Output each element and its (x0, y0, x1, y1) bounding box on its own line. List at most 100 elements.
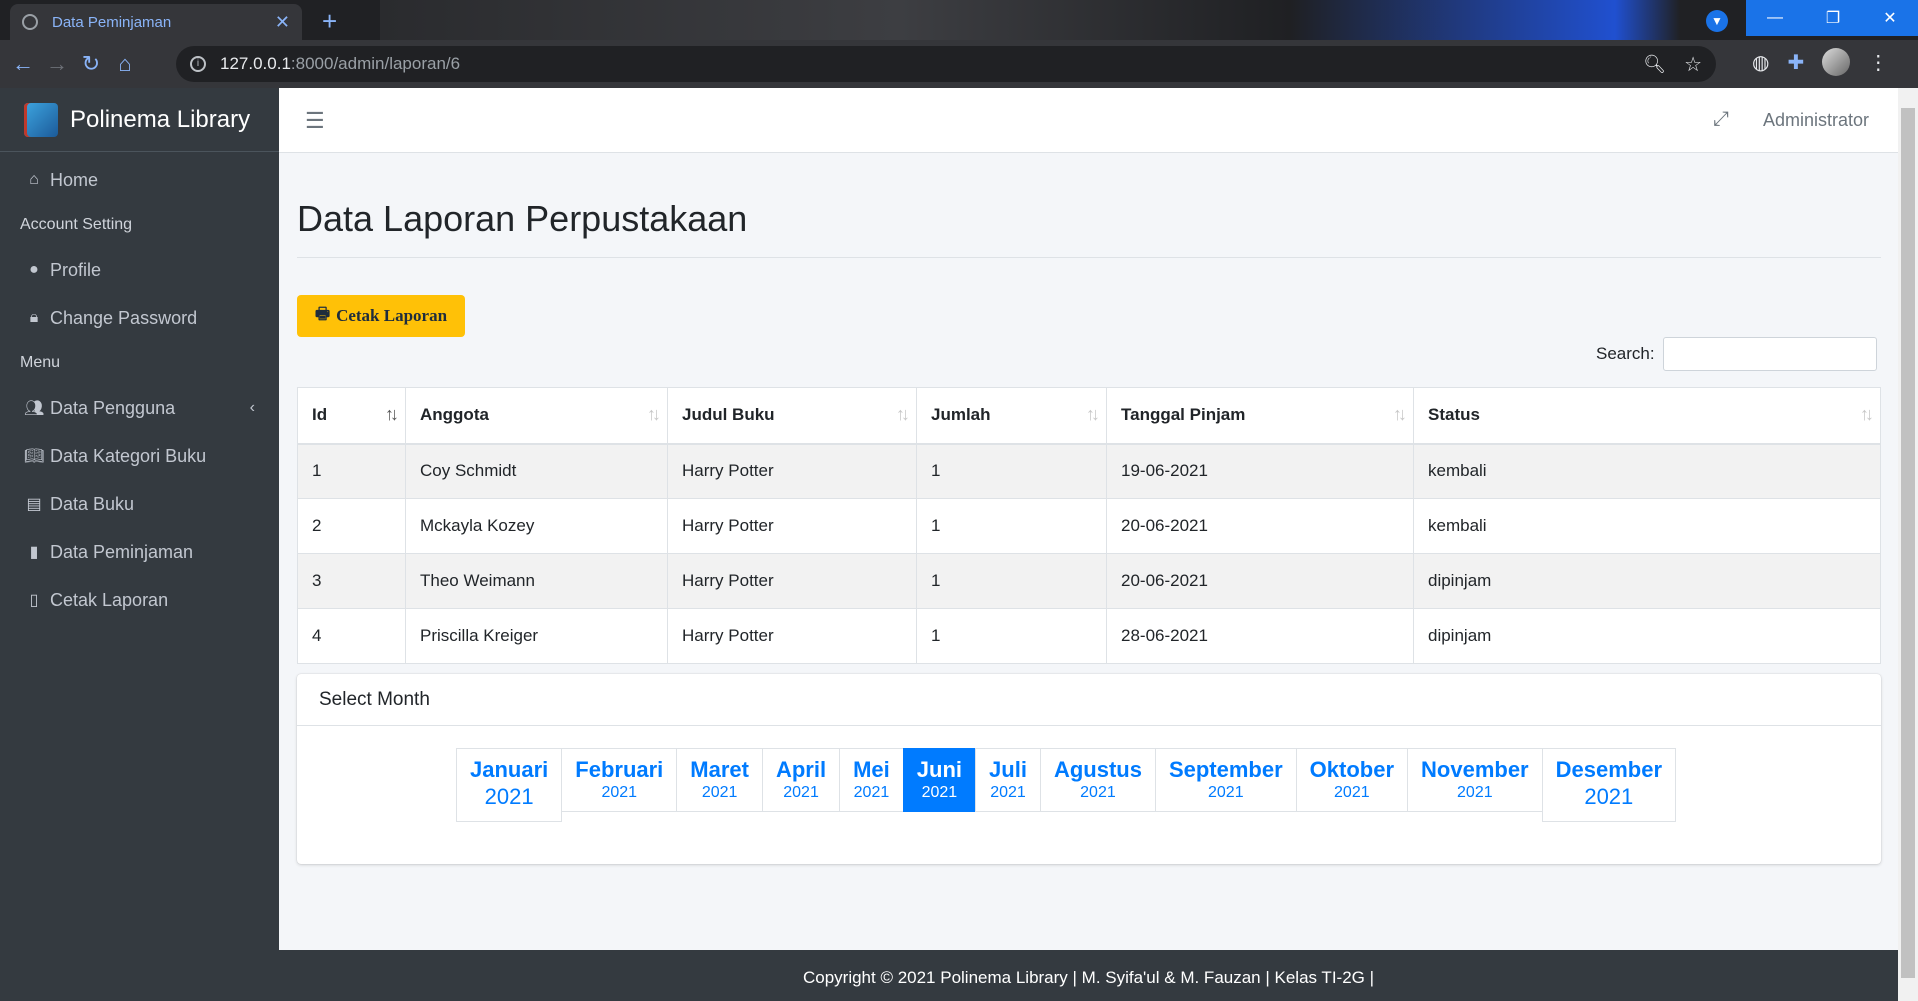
forward-icon[interactable]: → (40, 51, 74, 77)
column-header-id[interactable]: Id ↑↓ (297, 387, 406, 445)
zoom-icon[interactable]: 🔍︎ (1643, 54, 1666, 75)
sidebar-item-label: Data Peminjaman (50, 541, 194, 562)
home-icon[interactable]: ⌂ (108, 51, 142, 77)
sort-icon: ↑↓ (1393, 404, 1407, 424)
sidebar-item-data-kategori-buku[interactable]: 📖︎ Data Kategori Buku (0, 432, 279, 480)
address-bar[interactable]: i 127.0.0.1 :8000/admin/laporan/6 🔍︎ ☆ (176, 46, 1716, 82)
scrollbar[interactable] (1898, 88, 1918, 1001)
site-info-icon[interactable]: i (190, 56, 206, 72)
sidebar-item-label: Data Buku (50, 493, 135, 514)
download-icon[interactable]: ▼ (1706, 10, 1728, 32)
table-row: 2 Mckayla Kozey Harry Potter 1 20-06-202… (297, 498, 1881, 554)
sidebar-item-home[interactable]: ⌂ Home (0, 156, 279, 204)
home-icon: ⌂ (29, 171, 39, 188)
globe-icon (22, 14, 38, 30)
minimize-icon[interactable]: — (1746, 0, 1804, 36)
cell-status: kembali (1413, 443, 1881, 499)
cell-anggota: Priscilla Kreiger (405, 608, 668, 664)
sidebar-item-label: Cetak Laporan (50, 589, 169, 610)
column-header-anggota[interactable]: Anggota ↑↓ (405, 387, 668, 445)
sidebar-item-cetak-laporan[interactable]: ▯ Cetak Laporan (0, 576, 279, 624)
cell-status: dipinjam (1413, 553, 1881, 609)
cell-id: 3 (297, 553, 406, 609)
month-oktober[interactable]: Oktober 2021 (1295, 748, 1409, 812)
divider (297, 257, 1881, 258)
file-icon: ▮ (29, 544, 39, 561)
url-host: 127.0.0.1 (220, 54, 291, 73)
sort-icon: ↑↓ (896, 404, 910, 424)
user-menu[interactable]: Administrator (1763, 110, 1869, 131)
table-row: 4 Priscilla Kreiger Harry Potter 1 28-06… (297, 608, 1881, 664)
month-pagination: Januari 2021 Februari 2021 Maret 2021 April… (456, 748, 1676, 822)
main-content: ☰ ⤢ Administrator Data Laporan Perpustak… (279, 88, 1898, 1001)
sidebar: Polinema Library ⌂ Home Account Setting … (0, 88, 279, 1001)
cell-anggota: Mckayla Kozey (405, 498, 668, 554)
reload-icon[interactable]: ↻ (74, 51, 108, 77)
month-februari[interactable]: Februari 2021 (561, 748, 678, 812)
profile-avatar[interactable] (1822, 48, 1851, 76)
month-desember[interactable]: Desember 2021 (1541, 748, 1676, 822)
cell-tanggal-pinjam: 20-06-2021 (1106, 498, 1414, 554)
cell-jumlah: 1 (916, 498, 1107, 554)
sidebar-header-menu: Menu (20, 354, 61, 371)
sidebar-item-data-pengguna[interactable]: 👥︎ Data Pengguna ‹ (0, 384, 279, 432)
menu-dots-icon[interactable]: ⋮ (1868, 50, 1888, 75)
sidebar-item-label: Data Pengguna (50, 397, 176, 418)
column-header-judul-buku[interactable]: Judul Buku ↑↓ (667, 387, 917, 445)
translate-icon[interactable]: ◍ (1752, 50, 1769, 75)
cell-id: 1 (297, 443, 406, 499)
search-label: Search: (1596, 344, 1655, 363)
book-open-icon: 📖︎ (24, 448, 45, 465)
page-title: Data Laporan Perpustakaan (297, 198, 748, 239)
close-tab-icon[interactable]: ✕ (275, 12, 290, 33)
restore-icon[interactable]: ❐ (1804, 0, 1862, 36)
month-januari[interactable]: Januari 2021 (456, 748, 563, 822)
column-header-status[interactable]: Status ↑↓ (1413, 387, 1881, 445)
library-logo (24, 102, 58, 137)
chevron-left-icon: ‹ (249, 399, 255, 416)
month-mei[interactable]: Mei 2021 (839, 748, 904, 812)
month-maret[interactable]: Maret 2021 (676, 748, 763, 812)
fullscreen-icon[interactable]: ⤢ (1713, 108, 1729, 131)
tab-title: Data Peminjaman (52, 13, 172, 31)
bookmark-star-icon[interactable]: ☆ (1684, 52, 1702, 77)
cell-status: dipinjam (1413, 608, 1881, 664)
cell-judul-buku: Harry Potter (667, 498, 917, 554)
extensions-icon[interactable]: ✚ (1787, 50, 1804, 75)
table-search: Search: (1596, 337, 1877, 371)
browser-tab-strip: Data Peminjaman ✕ + ▼ — ❐ ✕ (0, 0, 1918, 40)
browser-tab[interactable]: Data Peminjaman ✕ (10, 4, 302, 40)
footer: Copyright © 2021 Polinema Library | M. S… (279, 950, 1898, 1001)
new-tab-icon[interactable]: + (322, 6, 337, 37)
month-september[interactable]: September 2021 (1154, 748, 1297, 812)
hamburger-menu-icon[interactable]: ☰ (305, 108, 325, 134)
sort-icon: ↑↓ (647, 404, 661, 424)
cell-jumlah: 1 (916, 443, 1107, 499)
browser-toolbar: ← → ↻ ⌂ i 127.0.0.1 :8000/admin/laporan/… (0, 40, 1918, 88)
month-november[interactable]: November 2021 (1407, 748, 1543, 812)
column-header-tanggal-pinjam[interactable]: Tanggal Pinjam ↑↓ (1106, 387, 1414, 445)
month-juli[interactable]: Juli 2021 (975, 748, 1041, 812)
brand-link[interactable]: Polinema Library (0, 88, 279, 152)
sidebar-item-profile[interactable]: ● Profile (0, 246, 279, 294)
month-april[interactable]: April 2021 (761, 748, 841, 812)
column-header-jumlah[interactable]: Jumlah ↑↓ (916, 387, 1107, 445)
cell-id: 2 (297, 498, 406, 554)
back-icon[interactable]: ← (6, 51, 40, 77)
scrollbar-thumb[interactable] (1901, 108, 1915, 978)
print-report-button[interactable]: 🖶 Cetak Laporan (297, 295, 465, 337)
month-agustus[interactable]: Agustus 2021 (1039, 748, 1156, 812)
sidebar-item-change-password[interactable]: 🔒︎ Change Password (0, 294, 279, 342)
search-input[interactable] (1662, 337, 1877, 371)
sort-icon: ↑↓ (1860, 404, 1874, 424)
table-header-row: Id ↑↓ Anggota ↑↓ Judul Buku ↑↓ Jumlah ↑↓ Tan… (297, 387, 1881, 445)
pdf-file-icon: ▯ (29, 592, 39, 609)
month-juni[interactable]: Juni 2021 (902, 748, 977, 812)
url-path: :8000/admin/laporan/6 (290, 54, 461, 73)
sidebar-item-data-peminjaman[interactable]: ▮ Data Peminjaman (0, 528, 279, 576)
cell-status: kembali (1413, 498, 1881, 554)
sidebar-item-data-buku[interactable]: ▤ Data Buku (0, 480, 279, 528)
table-row: 1 Coy Schmidt Harry Potter 1 19-06-2021 … (297, 443, 1881, 499)
close-window-icon[interactable]: ✕ (1862, 0, 1918, 36)
top-navbar: ☰ ⤢ Administrator (279, 88, 1898, 153)
